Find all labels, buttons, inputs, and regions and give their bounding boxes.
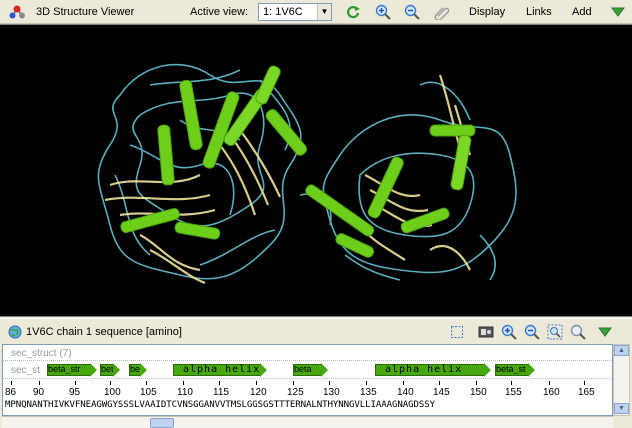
refresh-icon[interactable] — [344, 3, 362, 21]
ruler-tick — [439, 381, 440, 385]
top-toolbar: 3D Structure Viewer Active view: 1: 1V6C… — [0, 0, 632, 24]
sec-struct-feature-strand[interactable]: bet — [100, 363, 120, 377]
viewer-title: 3D Structure Viewer — [36, 6, 135, 18]
ruler-tick-label: 135 — [360, 387, 377, 398]
ruler-tick — [403, 381, 404, 385]
sequence-panel-title: 1V6C chain 1 sequence [amino] — [26, 326, 182, 338]
amino-acid-sequence[interactable]: MPNQNANTHIVKVFNEAGWGYSSSLVAAIDTCVNSGGANV… — [5, 400, 435, 410]
active-view-select[interactable]: 1: 1V6C ▼ — [258, 3, 332, 21]
scroll-corner — [613, 416, 630, 428]
vertical-scrollbar[interactable]: ▲ ▼ — [613, 344, 630, 416]
ruler-tick — [39, 381, 40, 385]
search-icon[interactable] — [569, 323, 587, 341]
display-menu[interactable]: Display — [469, 6, 505, 18]
globe-icon — [8, 325, 22, 342]
ruler-tick — [219, 381, 220, 385]
ruler-tick — [146, 381, 147, 385]
ruler-tick — [256, 381, 257, 385]
ruler-tick — [511, 381, 512, 385]
add-menu[interactable]: Add — [572, 6, 592, 18]
scroll-down-icon[interactable]: ▼ — [614, 403, 629, 414]
ruler-tick — [549, 381, 550, 385]
ruler-tick-label: 115 — [213, 387, 229, 398]
ruler-tick — [75, 381, 76, 385]
scroll-thumb[interactable] — [150, 418, 174, 428]
active-view-label: Active view: — [190, 6, 249, 18]
sec-struct-feature-strand[interactable]: bet — [129, 363, 147, 377]
link-icon[interactable] — [433, 3, 451, 21]
sequence-panel-header: 1V6C chain 1 sequence [amino] — [0, 318, 632, 344]
ruler-tick-label: 86 — [5, 387, 17, 398]
ruler-tick-label: 90 — [33, 387, 45, 398]
sec-struct-feature-label: beta — [294, 364, 312, 374]
ruler-tick-label: 140 — [397, 387, 414, 398]
ruler-tick-label: 145 — [433, 387, 450, 398]
protein-structure-render — [97, 63, 517, 285]
sequence-view[interactable]: sec_struct (7) sec_st beta_str bet bet alph… — [2, 344, 613, 416]
chevron-down-icon[interactable]: ▼ — [317, 4, 331, 20]
ruler-tick — [329, 381, 330, 385]
ruler-tick-label: 100 — [104, 387, 121, 398]
ruler-tick-label: 125 — [287, 387, 304, 398]
sec-struct-feature-strand[interactable]: beta — [293, 363, 328, 377]
ruler-tick — [183, 381, 184, 385]
sec-struct-feature-helix[interactable]: alpha helix — [173, 363, 267, 377]
sec-struct-feature-label: bet — [130, 364, 140, 374]
ruler-tick — [366, 381, 367, 385]
ruler-tick — [110, 381, 111, 385]
ruler-tick-label: 165 — [578, 387, 595, 398]
triangle-down-icon[interactable] — [596, 323, 614, 341]
ruler-tick-label: 110 — [177, 387, 193, 398]
active-view-value: 1: 1V6C — [263, 6, 303, 18]
triangle-down-icon[interactable] — [609, 3, 627, 21]
ruler-tick — [476, 381, 477, 385]
sec-struct-feature-label: alpha helix — [183, 364, 261, 375]
sec-struct-summary-label: sec_struct (7) — [11, 348, 72, 359]
row-divider — [3, 360, 612, 361]
horizontal-scrollbar[interactable] — [2, 416, 613, 428]
sec-struct-feature-helix[interactable]: alpha helix — [375, 363, 491, 377]
panel-icon[interactable] — [477, 323, 495, 341]
sec-struct-feature-label: beta_st — [496, 364, 526, 374]
fit-icon[interactable] — [546, 323, 564, 341]
ruler-tick-label: 155 — [505, 387, 522, 398]
ruler-tick — [584, 381, 585, 385]
sec-struct-feature-label: alpha helix — [385, 364, 463, 375]
ruler-tick-label: 160 — [543, 387, 560, 398]
sec-struct-row-label: sec_st — [11, 365, 40, 376]
links-menu[interactable]: Links — [526, 6, 552, 18]
row-divider — [3, 378, 612, 379]
sec-struct-feature-strand[interactable]: beta_str — [47, 363, 97, 377]
zoom-out-icon[interactable] — [523, 323, 541, 341]
zoom-in-icon[interactable] — [374, 3, 392, 21]
ruler-tick — [11, 381, 12, 385]
ruler-tick-label: 95 — [69, 387, 81, 398]
ruler-tick-label: 150 — [470, 387, 487, 398]
zoom-in-icon[interactable] — [500, 323, 518, 341]
sec-struct-feature-label: beta_str — [48, 364, 81, 374]
molecule-icon — [8, 4, 26, 20]
structure-canvas[interactable] — [0, 24, 632, 317]
ruler-tick — [293, 381, 294, 385]
scroll-up-icon[interactable]: ▲ — [614, 345, 629, 356]
sec-struct-feature-label: bet — [101, 364, 113, 374]
ruler-tick-label: 105 — [140, 387, 157, 398]
ruler-tick-label: 120 — [250, 387, 267, 398]
sec-struct-feature-strand[interactable]: beta_st — [495, 363, 535, 377]
zoom-out-icon[interactable] — [403, 3, 421, 21]
ruler-tick-label: 130 — [323, 387, 340, 398]
select-box-icon[interactable] — [448, 323, 466, 341]
